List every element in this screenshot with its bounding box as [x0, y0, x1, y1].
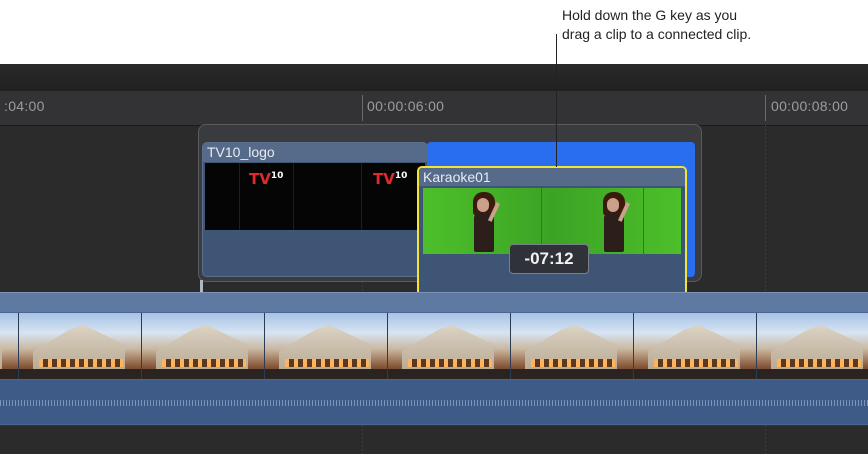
filmstrip-frame — [643, 188, 644, 254]
filmstrip-frame — [239, 163, 240, 230]
filmstrip-frame — [293, 163, 294, 230]
tv10-logo: TV10 — [373, 170, 408, 188]
timeline-ruler[interactable]: :04:00 00:00:06:00 00:00:08:00 — [0, 91, 868, 126]
clip-name-label: Karaoke01 — [419, 168, 685, 186]
ruler-tick-label: :04:00 — [4, 98, 45, 114]
timeline-header-strip — [0, 64, 868, 92]
audio-waveform-lane — [0, 380, 868, 424]
ruler-tick-label: 00:00:08:00 — [771, 98, 849, 114]
tv10-logo: TV10 — [249, 170, 284, 188]
dragged-clip-karaoke01[interactable]: Karaoke01 — [417, 166, 687, 301]
callout-leader-line — [556, 34, 557, 167]
filmstrip-frame — [388, 313, 511, 379]
callout-line-2: drag a clip to a connected clip. — [562, 26, 752, 42]
filmstrip-frame — [0, 313, 19, 379]
clip-name-label: TV10_logo — [203, 143, 427, 162]
timeline[interactable]: :04:00 00:00:06:00 00:00:08:00 TV10_logo… — [0, 64, 868, 454]
ruler-tick-mark — [765, 95, 766, 121]
primary-storyline-clip[interactable] — [0, 292, 868, 426]
filmstrip-frame — [19, 313, 142, 379]
singer-thumbnail — [463, 192, 503, 252]
ruler-tick-label: 00:00:06:00 — [367, 98, 445, 114]
clip-title-bar — [0, 293, 868, 312]
drag-timecode-readout: -07:12 — [509, 244, 589, 274]
filmstrip-frame — [634, 313, 757, 379]
callout-line-1: Hold down the G key as you — [562, 7, 738, 23]
filmstrip-frame — [361, 163, 362, 230]
connected-clip-tv10-logo[interactable]: TV10_logo TV10 TV10 — [202, 142, 428, 277]
clip-filmstrip: TV10 TV10 — [205, 163, 425, 230]
filmstrip-frame — [265, 313, 388, 379]
filmstrip-frame — [142, 313, 265, 379]
filmstrip-frame — [757, 313, 868, 379]
ruler-tick-mark — [362, 95, 363, 121]
video-filmstrip — [0, 313, 868, 379]
singer-thumbnail — [593, 192, 633, 252]
filmstrip-frame — [511, 313, 634, 379]
audio-waveform — [0, 400, 868, 406]
callout-annotation: Hold down the G key as you drag a clip t… — [562, 6, 862, 44]
